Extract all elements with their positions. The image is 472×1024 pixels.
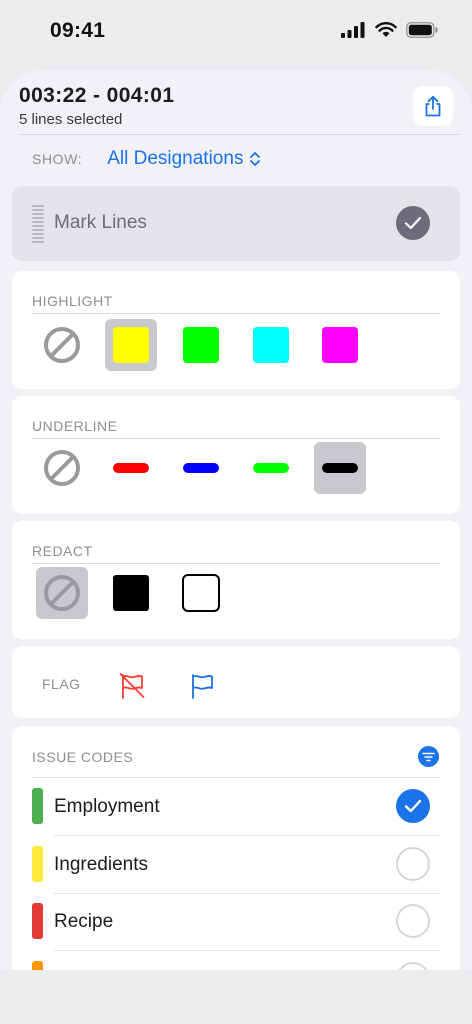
issue-color-bar	[32, 788, 43, 824]
mark-lines-row[interactable]: Mark Lines	[12, 186, 460, 261]
highlight-none-option[interactable]	[36, 319, 88, 371]
yellow-swatch	[113, 327, 149, 363]
issue-codes-section: ISSUE CODES Employment Ingredients Recip…	[12, 726, 460, 970]
flag-slash-icon	[119, 673, 145, 699]
outline-black-swatch	[182, 574, 220, 612]
green-swatch	[183, 327, 219, 363]
redact-none-option[interactable]	[36, 567, 88, 619]
header-divider	[19, 134, 460, 135]
flag-icon	[192, 674, 213, 699]
show-filter-row: SHOW: All Designations	[32, 148, 261, 170]
underline-none-option[interactable]	[36, 442, 88, 494]
highlight-green-option[interactable]	[175, 319, 227, 371]
battery-icon	[406, 22, 438, 38]
highlight-magenta-option[interactable]	[314, 319, 366, 371]
underline-red-option[interactable]	[105, 442, 157, 494]
highlight-yellow-option[interactable]	[105, 319, 157, 371]
remove-flag-button[interactable]	[112, 666, 152, 706]
cellular-signal-icon	[341, 22, 365, 38]
issue-codes-title: ISSUE CODES	[32, 749, 134, 765]
redact-outline-option[interactable]	[175, 567, 227, 619]
magenta-swatch	[322, 327, 358, 363]
highlight-title: HIGHLIGHT	[32, 293, 113, 309]
status-icons	[341, 22, 438, 38]
black-underline-swatch	[322, 463, 358, 473]
selection-count: 5 lines selected	[19, 111, 123, 128]
cyan-swatch	[253, 327, 289, 363]
filled-black-swatch	[113, 575, 149, 611]
share-icon	[425, 95, 441, 117]
red-underline-swatch	[113, 463, 149, 473]
redact-title: REDACT	[32, 543, 93, 559]
green-underline-swatch	[253, 463, 289, 473]
issue-code-checkbox[interactable]	[396, 962, 430, 970]
issue-code-row-ingredients[interactable]: Ingredients	[12, 836, 460, 893]
issue-code-checkbox[interactable]	[396, 904, 430, 938]
flag-section: FLAG	[12, 646, 460, 718]
status-bar: 09:41	[0, 0, 472, 70]
highlight-cyan-option[interactable]	[245, 319, 297, 371]
issue-color-bar	[32, 961, 43, 970]
blue-underline-swatch	[183, 463, 219, 473]
drag-handle-icon[interactable]	[32, 205, 44, 243]
underline-green-option[interactable]	[245, 442, 297, 494]
underline-blue-option[interactable]	[175, 442, 227, 494]
mark-lines-checkbox[interactable]	[396, 206, 430, 240]
no-symbol-icon	[44, 327, 80, 363]
flag-label: FLAG	[42, 676, 81, 692]
show-label: SHOW:	[32, 151, 83, 167]
checkmark-icon	[404, 216, 422, 230]
issue-code-row-recipe[interactable]: Recipe	[12, 893, 460, 950]
line-range-title: 003:22 - 004:01	[19, 84, 175, 107]
underline-title: UNDERLINE	[32, 418, 118, 434]
flag-button[interactable]	[182, 666, 222, 706]
redact-filled-option[interactable]	[105, 567, 157, 619]
issue-code-label: Recipe	[54, 911, 114, 932]
filter-lines-icon	[422, 752, 435, 761]
chevron-up-down-icon[interactable]	[249, 151, 261, 167]
issue-code-label: Employment	[54, 796, 160, 817]
issue-code-row-employment[interactable]: Employment	[12, 778, 460, 835]
issue-code-checkbox[interactable]	[396, 847, 430, 881]
highlight-section: HIGHLIGHT	[12, 271, 460, 389]
underline-section: UNDERLINE	[12, 396, 460, 514]
redact-section: REDACT	[12, 521, 460, 639]
no-symbol-icon	[44, 450, 80, 486]
issue-code-checkbox[interactable]	[396, 789, 430, 823]
status-time: 09:41	[50, 19, 106, 42]
no-symbol-icon	[44, 575, 80, 611]
underline-black-option[interactable]	[314, 442, 366, 494]
designation-sheet: 003:22 - 004:01 5 lines selected SHOW: A…	[0, 70, 472, 970]
checkmark-icon	[404, 799, 422, 813]
designation-filter-dropdown[interactable]: All Designations	[107, 148, 243, 170]
sheet-header: 003:22 - 004:01 5 lines selected	[0, 70, 472, 136]
share-button[interactable]	[413, 86, 453, 126]
issue-code-row-partial[interactable]	[12, 951, 460, 970]
issue-code-label: Ingredients	[54, 854, 149, 875]
wifi-icon	[375, 22, 397, 37]
mark-lines-label: Mark Lines	[54, 212, 147, 233]
issue-color-bar	[32, 846, 43, 882]
filter-icon[interactable]	[418, 746, 439, 767]
issue-color-bar	[32, 903, 43, 939]
